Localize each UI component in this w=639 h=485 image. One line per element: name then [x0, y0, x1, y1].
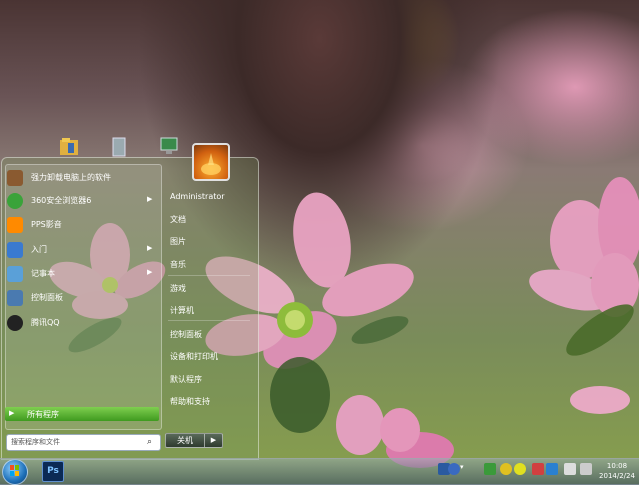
help-icon[interactable]	[448, 463, 460, 475]
shutdown-options-arrow-icon[interactable]: ▶	[204, 433, 223, 448]
program-item-qq[interactable]: 腾讯QQ	[7, 313, 155, 333]
program-label: 强力卸载电脑上的软件	[31, 173, 111, 182]
notepad-icon	[7, 266, 23, 282]
program-label: PPS影音	[31, 220, 62, 229]
right-item-games[interactable]: 游戏	[170, 283, 186, 294]
divider	[168, 275, 250, 276]
program-label: 360安全浏览器6	[31, 196, 92, 205]
program-item-getting-started[interactable]: 入门 ▶	[7, 240, 155, 260]
network-icon[interactable]	[580, 463, 592, 475]
search-placeholder: 搜索程序和文件	[11, 438, 60, 446]
clock-time: 10:08	[606, 462, 628, 470]
program-item-notepad[interactable]: 记事本 ▶	[7, 264, 155, 284]
right-item-default-programs[interactable]: 默认程序	[170, 374, 202, 385]
right-item-help-support[interactable]: 帮助和支持	[170, 396, 210, 407]
getting-started-icon	[7, 242, 23, 258]
desktop-folder-icon[interactable]	[58, 135, 80, 157]
shutdown-button[interactable]: 关机	[165, 433, 205, 448]
clock-date: 2014/2/24	[599, 472, 635, 480]
search-input[interactable]: 搜索程序和文件 ⌕	[6, 434, 161, 451]
desktop-computer-icon[interactable]	[158, 135, 180, 157]
tray-expand-icon[interactable]: ▾	[460, 463, 472, 475]
program-label: 入门	[31, 245, 47, 254]
program-item-pps[interactable]: PPS影音	[7, 215, 155, 235]
user-picture-avatar[interactable]	[192, 143, 230, 181]
uninstall-icon	[7, 170, 23, 186]
taskbar-clock[interactable]: 10:08 2014/2/24	[598, 461, 636, 481]
network-warning-icon[interactable]	[532, 463, 544, 475]
program-label: 腾讯QQ	[31, 318, 60, 327]
right-item-devices-printers[interactable]: 设备和打印机	[170, 351, 218, 362]
submenu-arrow-icon[interactable]: ▶	[147, 244, 152, 252]
desktop-recycle-icon[interactable]	[108, 135, 130, 157]
right-item-pictures[interactable]: 图片	[170, 236, 186, 247]
submenu-arrow-icon[interactable]: ▶	[147, 195, 152, 203]
security-shield-icon[interactable]	[484, 463, 496, 475]
search-icon[interactable]: ⌕	[147, 437, 152, 447]
program-item-control-panel[interactable]: 控制面板	[7, 288, 155, 308]
program-item-360-browser[interactable]: 360安全浏览器6 ▶	[7, 191, 155, 211]
qq-tray-icon[interactable]	[514, 463, 526, 475]
windows-flag-icon	[10, 465, 19, 476]
right-item-computer[interactable]: 计算机	[170, 305, 194, 316]
divider	[168, 320, 250, 321]
photoshop-taskbar-button[interactable]: Ps	[42, 461, 64, 482]
program-item-uninstaller[interactable]: 强力卸载电脑上的软件	[7, 168, 155, 188]
flag-icon[interactable]	[546, 463, 558, 475]
pps-icon	[7, 217, 23, 233]
all-programs-arrow-icon: ▶	[9, 409, 15, 417]
right-item-music[interactable]: 音乐	[170, 259, 186, 270]
360-browser-icon	[7, 193, 23, 209]
volume-icon[interactable]	[564, 463, 576, 475]
all-programs-button[interactable]: ▶ 所有程序	[5, 407, 159, 421]
submenu-arrow-icon[interactable]: ▶	[147, 268, 152, 276]
program-label: 记事本	[31, 269, 55, 278]
right-item-control-panel[interactable]: 控制面板	[170, 329, 202, 340]
all-programs-label: 所有程序	[27, 410, 59, 419]
program-label: 控制面板	[31, 293, 63, 302]
right-item-user[interactable]: Administrator	[170, 192, 225, 201]
right-item-documents[interactable]: 文档	[170, 214, 186, 225]
qq-icon	[7, 315, 23, 331]
control-panel-icon	[7, 290, 23, 306]
360-guard-icon[interactable]	[500, 463, 512, 475]
start-orb-button[interactable]	[2, 459, 28, 485]
